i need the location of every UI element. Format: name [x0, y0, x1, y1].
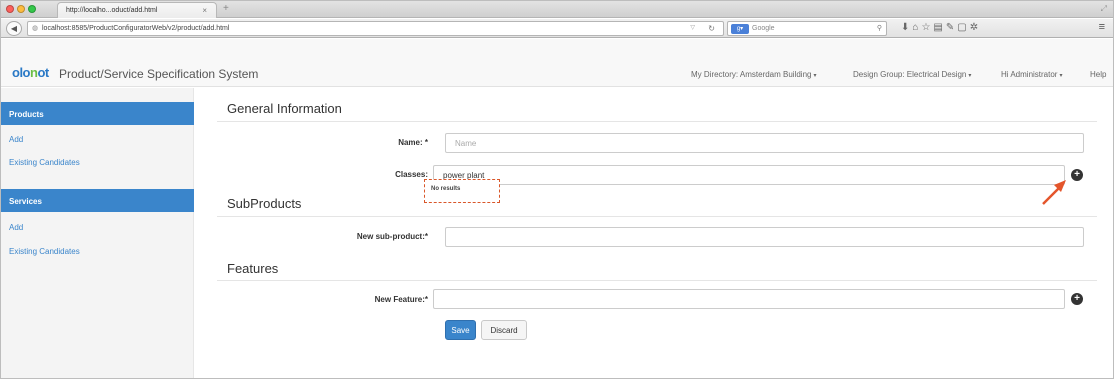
new-feature-input[interactable]	[433, 289, 1065, 309]
bookmarks-icon[interactable]: ▤	[933, 22, 945, 33]
name-input[interactable]: Name	[445, 133, 1084, 153]
window-maximize-icon[interactable]	[28, 5, 36, 13]
new-subproduct-label: New sub-product:*	[356, 232, 428, 241]
company-logo[interactable]: olonot	[12, 65, 49, 80]
help-link[interactable]: Help	[1090, 70, 1106, 79]
app-title: Product/Service Specification System	[59, 67, 259, 81]
sidebar: Products Add Existing Candidates Service…	[1, 88, 194, 378]
classes-label: Classes:	[395, 170, 428, 179]
tab-title: http://localho...oduct/add.html	[66, 7, 158, 14]
classes-input[interactable]: power plant	[433, 165, 1065, 185]
window-minimize-icon[interactable]	[17, 5, 25, 13]
globe-icon: ◍	[32, 25, 39, 32]
navigation-bar: ◀ ◍ localhost:8585/ProductConfiguratorWe…	[1, 19, 1113, 38]
sidebar-products-add[interactable]: Add	[9, 135, 23, 144]
caret-down-icon: ▾	[813, 73, 817, 79]
pen-icon[interactable]: ✎	[946, 22, 957, 33]
search-bar[interactable]: g▾ Google ⚲	[727, 21, 887, 36]
url-text: localhost:8585/ProductConfiguratorWeb/v2…	[42, 25, 230, 32]
bookmark-star-icon[interactable]: ☆	[921, 22, 933, 33]
design-group-dropdown[interactable]: Design Group: Electrical Design ▾	[853, 70, 971, 79]
back-arrow-icon[interactable]: ◀	[6, 21, 22, 36]
sidebar-products-heading[interactable]: Products	[1, 102, 194, 125]
add-feature-plus-icon[interactable]: +	[1071, 293, 1083, 305]
new-subproduct-input[interactable]	[445, 227, 1084, 247]
discard-button[interactable]: Discard	[481, 320, 527, 340]
screenshot-icon[interactable]: ▢	[957, 22, 969, 33]
browser-tab[interactable]: http://localho...oduct/add.html ×	[57, 2, 217, 18]
directory-label: My Directory: Amsterdam Building	[691, 70, 812, 79]
new-tab-icon[interactable]: +	[223, 3, 229, 14]
user-label: Hi Administrator	[1001, 70, 1058, 79]
sidebar-services-heading[interactable]: Services	[1, 189, 194, 212]
window-close-icon[interactable]	[6, 5, 14, 13]
tab-strip: http://localho...oduct/add.html × + ⤢	[1, 1, 1113, 18]
sidebar-services-existing[interactable]: Existing Candidates	[9, 247, 80, 256]
classes-autocomplete-dropdown: No results	[424, 179, 500, 203]
caret-down-icon: ▾	[968, 73, 972, 79]
hamburger-menu-icon[interactable]: ≡	[1099, 21, 1105, 33]
annotation-arrow-icon	[1042, 180, 1066, 205]
reload-icon[interactable]: ↻	[708, 24, 715, 33]
general-information-title: General Information	[227, 101, 342, 116]
download-icon[interactable]: ⬇	[901, 22, 912, 33]
user-menu[interactable]: Hi Administrator ▾	[1001, 70, 1062, 79]
fullscreen-icon[interactable]: ⤢	[1101, 4, 1107, 14]
tab-close-icon[interactable]: ×	[202, 6, 207, 15]
url-bar[interactable]: ◍ localhost:8585/ProductConfiguratorWeb/…	[27, 21, 724, 36]
name-label: Name: *	[398, 138, 428, 147]
design-group-label: Design Group: Electrical Design	[853, 70, 967, 79]
subproducts-title: SubProducts	[227, 196, 302, 211]
save-button[interactable]: Save	[445, 320, 476, 340]
caret-down-icon: ▾	[1059, 73, 1063, 79]
search-placeholder: Google	[752, 25, 775, 32]
search-icon[interactable]: ⚲	[877, 24, 882, 32]
new-feature-label: New Feature:*	[374, 295, 428, 304]
directory-dropdown[interactable]: My Directory: Amsterdam Building ▾	[691, 70, 817, 79]
app-header: olonot Product/Service Specification Sys…	[1, 39, 1113, 87]
section-divider	[217, 121, 1097, 122]
sidebar-products-existing[interactable]: Existing Candidates	[9, 158, 80, 167]
section-divider	[217, 216, 1097, 217]
no-results-text: No results	[431, 186, 461, 192]
browser-window: http://localho...oduct/add.html × + ⤢ ◀ …	[0, 0, 1114, 379]
browser-toolbar-icons[interactable]: ⬇⌂☆▤✎▢✲	[901, 22, 981, 33]
url-dropdown-icon[interactable]: ▽	[690, 24, 695, 31]
sidebar-services-add[interactable]: Add	[9, 223, 23, 232]
search-engine-icon[interactable]: g▾	[731, 24, 749, 34]
extension-icon[interactable]: ✲	[970, 22, 981, 33]
features-title: Features	[227, 261, 279, 276]
add-class-plus-icon[interactable]: +	[1071, 169, 1083, 181]
section-divider	[217, 280, 1097, 281]
